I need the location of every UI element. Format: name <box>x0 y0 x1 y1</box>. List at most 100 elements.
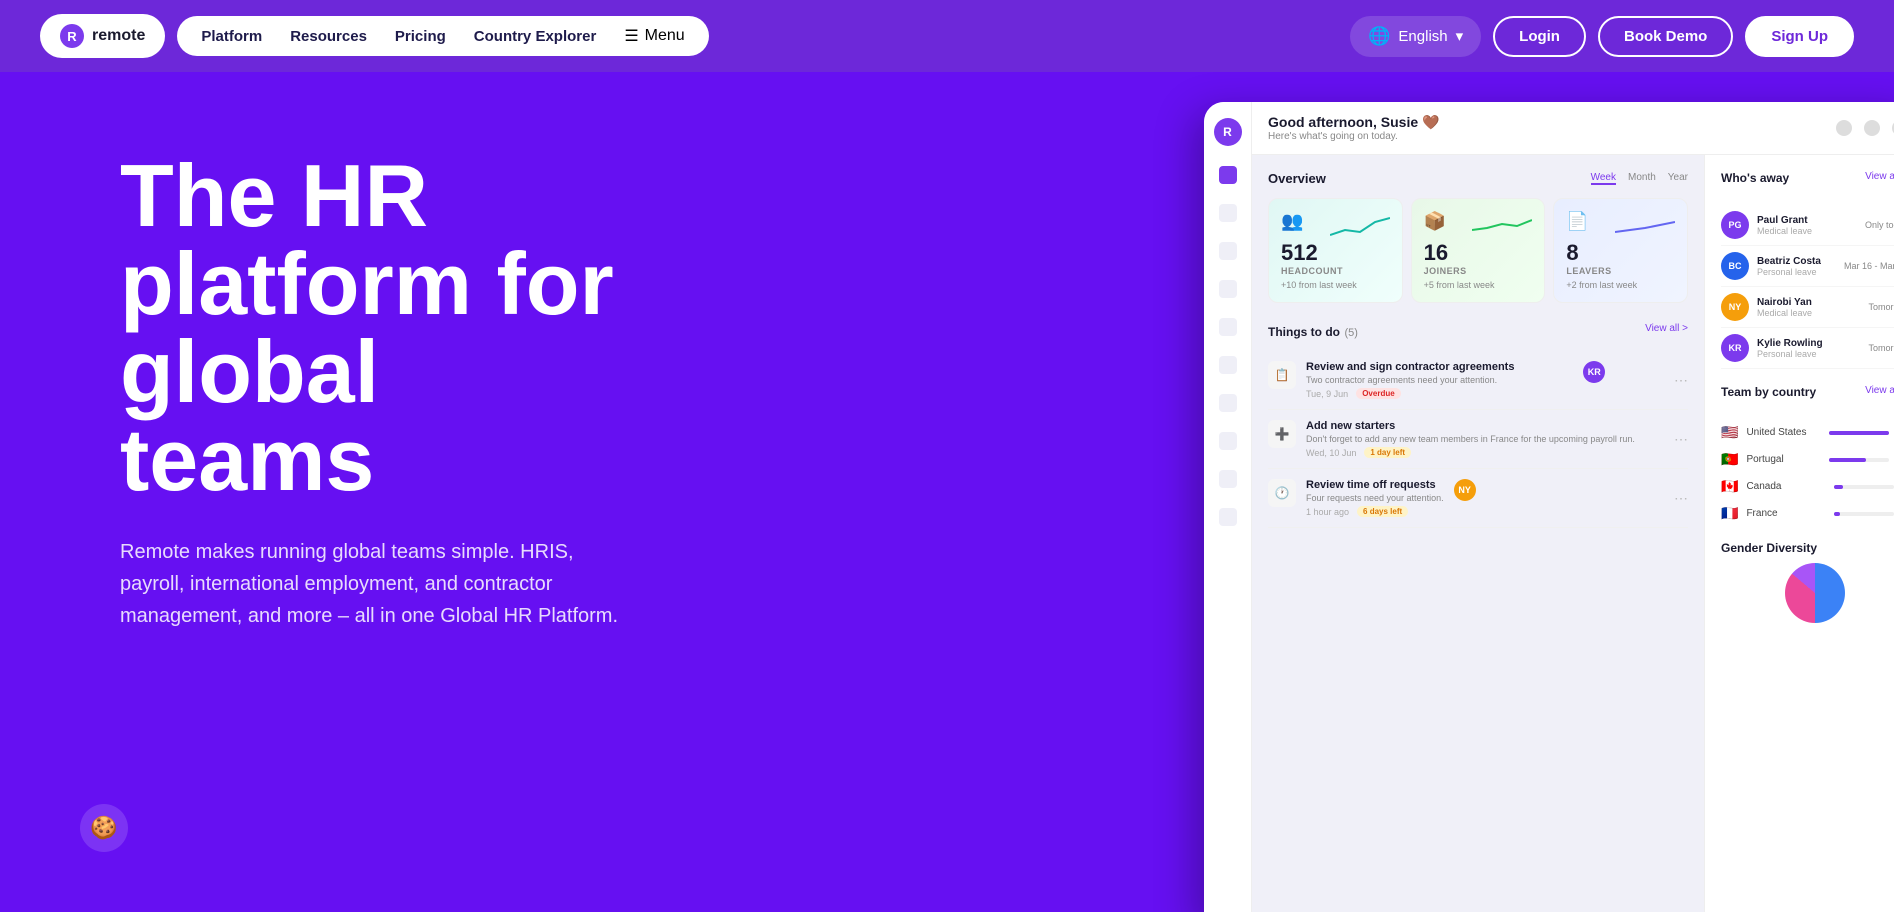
away-date: Tomorrow <box>1868 343 1894 353</box>
dashboard-greeting-area: Good afternoon, Susie 🤎 Here's what's go… <box>1268 114 1439 142</box>
todo-item-3: 🕐 Review time off requests Four requests… <box>1268 469 1688 528</box>
book-demo-button[interactable]: Book Demo <box>1598 16 1733 57</box>
things-to-do-view-all[interactable]: View all > <box>1645 323 1688 341</box>
country-item: 🇺🇸 United States 52 <box>1721 419 1894 446</box>
country-bar <box>1829 458 1866 462</box>
leavers-chart <box>1615 210 1675 240</box>
language-button[interactable]: 🌐 English ▾ <box>1350 16 1481 57</box>
stat-cards: 👥 512 HEADCOUNT +10 from last week 📦 <box>1268 198 1688 303</box>
stat-joiners: 📦 16 JOINERS +5 from last week <box>1411 198 1546 303</box>
sidebar-icon-5[interactable] <box>1219 318 1237 336</box>
dashboard-greeting: Good afternoon, Susie 🤎 <box>1268 114 1439 131</box>
joiners-label: JOINERS <box>1424 266 1533 276</box>
todo-dots-3[interactable]: ⋯ <box>1674 490 1688 507</box>
navbar: R remote Platform Resources Pricing Coun… <box>0 0 1894 72</box>
todo-meta-3: 1 hour ago 6 days left <box>1306 506 1444 517</box>
country-flag: 🇨🇦 <box>1721 478 1738 495</box>
country-name: France <box>1746 508 1826 519</box>
country-bar-wrap <box>1834 485 1894 489</box>
away-type: Personal leave <box>1757 267 1821 277</box>
dashboard-card: R Good afternoon, Susie 🤎 Here's what's … <box>1204 102 1894 912</box>
todo-item-2: ➕ Add new starters Don't forget to add a… <box>1268 410 1688 469</box>
todo-dots-2[interactable]: ⋯ <box>1674 431 1688 448</box>
nav-pricing[interactable]: Pricing <box>395 28 446 45</box>
nav-resources[interactable]: Resources <box>290 28 367 45</box>
country-flag: 🇫🇷 <box>1721 505 1738 522</box>
whos-away-header: Who's away View all > <box>1721 171 1894 195</box>
dashboard-content: Overview Week Month Year 👥 <box>1252 155 1894 912</box>
sidebar-icon-2[interactable] <box>1219 204 1237 222</box>
leavers-delta: +2 from last week <box>1566 280 1675 290</box>
todo-text-2: Add new starters Don't forget to add any… <box>1306 420 1635 458</box>
country-list: 🇺🇸 United States 52 🇵🇹 Portugal 32 🇨🇦 Ca… <box>1721 419 1894 527</box>
away-name: Kylie Rowling <box>1757 338 1823 349</box>
topbar-icons <box>1836 120 1894 136</box>
topbar-search-icon[interactable] <box>1836 120 1852 136</box>
sidebar-icon-7[interactable] <box>1219 394 1237 412</box>
stat-leavers: 📄 8 LEAVERS +2 from last week <box>1553 198 1688 303</box>
joiners-delta: +5 from last week <box>1424 280 1533 290</box>
away-item: NY Nairobi Yan Medical leave Tomorrow <box>1721 287 1894 328</box>
country-name: Canada <box>1746 481 1826 492</box>
nav-menu[interactable]: ☰ Menu <box>624 26 684 46</box>
nav-country-explorer[interactable]: Country Explorer <box>474 28 597 45</box>
team-by-country-header: Team by country View all > <box>1721 385 1894 409</box>
away-name: Nairobi Yan <box>1757 297 1812 308</box>
team-by-country-view-all[interactable]: View all > <box>1865 385 1894 409</box>
tab-week[interactable]: Week <box>1591 172 1616 185</box>
away-info: Nairobi Yan Medical leave <box>1757 297 1812 318</box>
away-info: Kylie Rowling Personal leave <box>1757 338 1823 359</box>
away-type: Medical leave <box>1757 308 1812 318</box>
things-to-do-title: Things to do <box>1268 325 1340 339</box>
todo-text-1: Review and sign contractor agreements Tw… <box>1306 361 1514 399</box>
joiners-chart <box>1472 210 1532 240</box>
overview-tabs: Week Month Year <box>1591 172 1688 185</box>
sidebar-logo: R <box>1214 118 1242 146</box>
gender-diversity-section: Gender Diversity <box>1721 541 1894 623</box>
headcount-delta: +10 from last week <box>1281 280 1390 290</box>
tab-year[interactable]: Year <box>1668 172 1688 185</box>
todo-sub-1: Two contractor agreements need your atte… <box>1306 375 1514 385</box>
sidebar-icon-10[interactable] <box>1219 508 1237 526</box>
todo-date-1: Tue, 9 Jun <box>1306 389 1348 399</box>
tab-month[interactable]: Month <box>1628 172 1656 185</box>
sidebar-icon-9[interactable] <box>1219 470 1237 488</box>
todo-date-2: Wed, 10 Jun <box>1306 448 1356 458</box>
todo-title-2: Add new starters <box>1306 420 1635 432</box>
nav-left: R remote Platform Resources Pricing Coun… <box>40 14 709 58</box>
stat-headcount: 👥 512 HEADCOUNT +10 from last week <box>1268 198 1403 303</box>
whos-away-view-all[interactable]: View all > <box>1865 171 1894 195</box>
dashboard-main: Good afternoon, Susie 🤎 Here's what's go… <box>1252 102 1894 912</box>
todo-icon-1: 📋 <box>1268 361 1296 389</box>
todo-dots-1[interactable]: ⋯ <box>1674 372 1688 389</box>
country-flag: 🇵🇹 <box>1721 451 1738 468</box>
away-item: BC Beatriz Costa Personal leave Mar 16 -… <box>1721 246 1894 287</box>
country-bar <box>1834 485 1843 489</box>
nav-platform[interactable]: Platform <box>201 28 262 45</box>
signup-button[interactable]: Sign Up <box>1745 16 1854 57</box>
cookie-icon[interactable]: 🍪 <box>80 804 128 852</box>
away-date: Tomorrow <box>1868 302 1894 312</box>
day-badge-2: 1 day left <box>1364 447 1411 458</box>
menu-label: Menu <box>645 27 685 45</box>
todo-sub-3: Four requests need your attention. <box>1306 493 1444 503</box>
logo[interactable]: R remote <box>40 14 165 58</box>
hero-title: The HR platform for global teams <box>120 152 720 504</box>
away-name: Beatriz Costa <box>1757 256 1821 267</box>
country-name: United States <box>1746 427 1820 438</box>
country-bar-wrap <box>1834 512 1894 516</box>
sidebar-icon-3[interactable] <box>1219 242 1237 260</box>
sidebar-icon-1[interactable] <box>1219 166 1237 184</box>
sidebar-icon-6[interactable] <box>1219 356 1237 374</box>
sidebar-icon-4[interactable] <box>1219 280 1237 298</box>
hero-text: The HR platform for global teams Remote … <box>120 132 720 672</box>
sidebar-icon-8[interactable] <box>1219 432 1237 450</box>
topbar-settings-icon[interactable] <box>1864 120 1880 136</box>
todo-item-1: 📋 Review and sign contractor agreements … <box>1268 351 1688 410</box>
login-button[interactable]: Login <box>1493 16 1586 57</box>
dashboard-right-panel: Who's away View all > PG Paul Grant Medi… <box>1704 155 1894 912</box>
dashboard-sidebar: R <box>1204 102 1252 912</box>
gender-diversity-chart <box>1785 563 1845 623</box>
hero-section: The HR platform for global teams Remote … <box>0 72 1894 912</box>
away-avatar: BC <box>1721 252 1749 280</box>
